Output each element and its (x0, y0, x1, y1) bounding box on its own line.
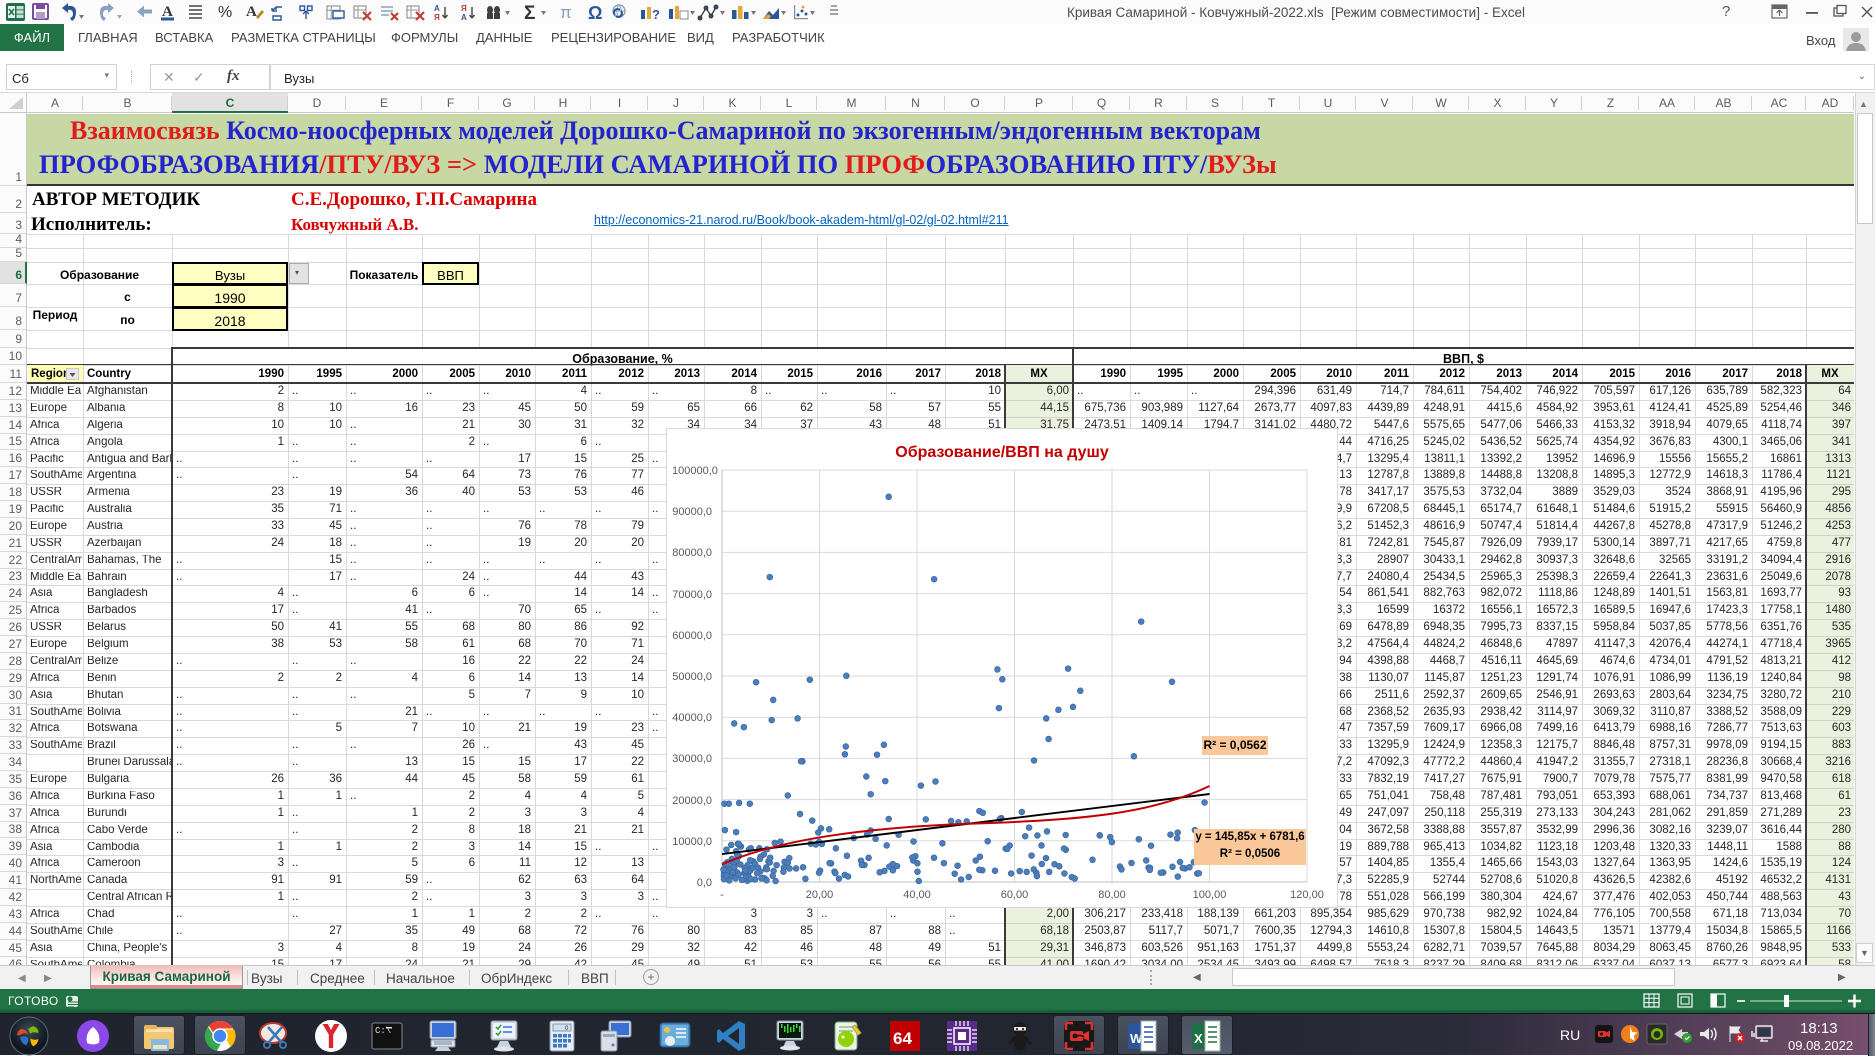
svg-text:X: X (1194, 1031, 1203, 1046)
svg-text:Σ: Σ (524, 3, 535, 23)
svg-text:А: А (434, 4, 440, 13)
svg-text:Я: Я (461, 4, 467, 13)
svg-text:Я: Я (434, 13, 440, 22)
svg-text:π: π (560, 3, 572, 22)
svg-text:А: А (461, 13, 467, 22)
svg-text:64: 64 (893, 1029, 912, 1048)
svg-text:A: A (246, 4, 257, 20)
svg-text:Ω: Ω (588, 3, 602, 23)
svg-text:%: % (218, 4, 232, 21)
svg-text:?: ? (652, 7, 660, 22)
